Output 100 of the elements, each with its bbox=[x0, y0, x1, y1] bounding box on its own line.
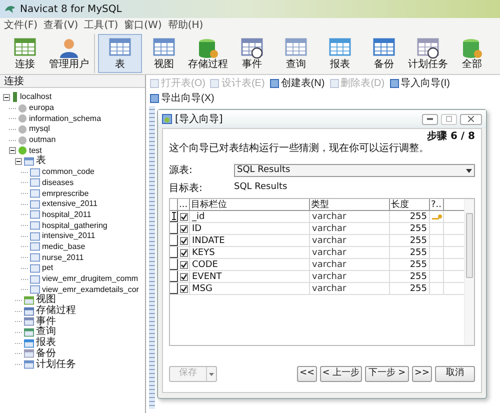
tree-item[interactable]: 存储过程 bbox=[36, 306, 76, 316]
source-label: 源表: bbox=[169, 164, 194, 178]
grid-icon bbox=[285, 37, 307, 59]
menu-item[interactable]: 帮助(H) bbox=[168, 18, 204, 33]
tree-item[interactable]: mysql bbox=[29, 125, 50, 134]
close-button[interactable] bbox=[460, 114, 482, 124]
toolbar-button[interactable]: 计划任务 bbox=[406, 34, 450, 73]
column-header[interactable]: ?.. bbox=[430, 199, 444, 210]
toolbar-button[interactable]: 全部 bbox=[450, 34, 494, 73]
table-cell: varchar bbox=[310, 235, 390, 246]
toolbar-button[interactable]: 事件 bbox=[230, 34, 274, 73]
tree-item[interactable]: view_emr_examdetails_cor bbox=[42, 286, 139, 294]
tree-item[interactable]: medic_base bbox=[42, 242, 86, 251]
tree-item[interactable]: pet bbox=[42, 264, 54, 272]
object-toolbar-button[interactable]: 创建表(N) bbox=[270, 76, 325, 90]
menu-item[interactable]: 查看(V) bbox=[44, 18, 78, 33]
folder-icon bbox=[24, 306, 34, 316]
checkbox[interactable] bbox=[180, 224, 188, 232]
source-select[interactable]: SQL Results bbox=[234, 164, 475, 177]
folder-icon bbox=[24, 317, 34, 326]
tree-item[interactable]: view_emr_drugitem_comm bbox=[42, 275, 138, 284]
grid-icon bbox=[153, 37, 175, 59]
tree-item[interactable]: information_schema bbox=[29, 114, 102, 123]
nav-button[interactable]: << bbox=[297, 366, 317, 382]
expander[interactable] bbox=[9, 147, 16, 154]
table-cell: 255 bbox=[390, 283, 430, 294]
tree-item[interactable]: outman bbox=[29, 136, 56, 144]
tree-item[interactable]: 计划任务 bbox=[36, 360, 76, 370]
toolbar-button[interactable]: 报表 bbox=[318, 34, 362, 73]
table-cell: CODE bbox=[190, 259, 310, 270]
tree-item[interactable]: extensive_2011 bbox=[42, 200, 98, 208]
text-cursor-icon bbox=[172, 212, 176, 220]
folder-icon bbox=[24, 296, 34, 305]
grid-icon bbox=[241, 37, 263, 59]
folder-icon bbox=[24, 338, 34, 348]
table-cell: varchar bbox=[310, 271, 390, 282]
tree-item[interactable]: diseases bbox=[42, 178, 74, 187]
object-toolbar-button[interactable]: 导出向导(X) bbox=[150, 91, 214, 105]
toolbar-button[interactable]: 存储过程 bbox=[186, 34, 230, 73]
nav-button[interactable]: < 上一步 bbox=[320, 366, 362, 382]
column-header[interactable]: ... bbox=[178, 199, 190, 210]
checkbox[interactable] bbox=[180, 212, 188, 220]
toolbar-button[interactable]: 管理用户 bbox=[47, 34, 91, 73]
checkbox[interactable] bbox=[180, 284, 188, 292]
toolbar-button[interactable]: 表 bbox=[98, 34, 142, 73]
checkbox[interactable] bbox=[180, 272, 188, 280]
column-header[interactable]: 类型 bbox=[310, 199, 390, 210]
tree-item[interactable]: hospital_2011 bbox=[42, 210, 92, 219]
menu-item[interactable]: 窗口(W) bbox=[124, 18, 162, 33]
tree-item[interactable]: 备份 bbox=[36, 348, 56, 359]
tree-item[interactable]: hospital_gathering bbox=[42, 222, 108, 230]
table-cell: 255 bbox=[390, 271, 430, 282]
toolbar-button[interactable]: 查询 bbox=[274, 34, 318, 73]
table-cell: 255 bbox=[390, 211, 430, 222]
toolbar-button[interactable]: 备份 bbox=[362, 34, 406, 73]
nav-button[interactable]: 下一步 > bbox=[365, 366, 409, 382]
expander[interactable] bbox=[15, 158, 22, 165]
tree-item[interactable]: localhost bbox=[20, 93, 52, 102]
checkbox[interactable] bbox=[180, 248, 188, 256]
menu-item[interactable]: 文件(F) bbox=[4, 18, 38, 33]
grid-icon bbox=[109, 37, 131, 59]
import-icon bbox=[162, 114, 172, 124]
column-header[interactable]: 目标栏位 bbox=[190, 199, 310, 210]
toolbar-button[interactable]: 视图 bbox=[142, 34, 186, 73]
nav-button[interactable]: 取消 bbox=[435, 366, 475, 382]
tree-item[interactable]: test bbox=[29, 146, 42, 155]
tree-item[interactable]: 查询 bbox=[36, 327, 56, 338]
toolbar-button[interactable]: 连接 bbox=[3, 34, 47, 73]
menu-item[interactable]: 工具(T) bbox=[84, 18, 118, 33]
expander[interactable] bbox=[3, 94, 10, 101]
table-cell: 255 bbox=[390, 235, 430, 246]
grid-icon bbox=[373, 37, 395, 59]
table-cell: 255 bbox=[390, 259, 430, 270]
tree-item[interactable]: common_code bbox=[42, 168, 94, 176]
table-icon bbox=[330, 78, 339, 88]
checkbox[interactable] bbox=[180, 236, 188, 244]
folder-icon bbox=[24, 360, 34, 370]
dialog-title: [导入向导] bbox=[175, 112, 223, 126]
minimize-icon bbox=[427, 118, 433, 120]
panel-title: 连接 bbox=[4, 74, 24, 88]
tree-item[interactable]: 表 bbox=[36, 156, 46, 166]
table-cell: EVENT bbox=[190, 271, 310, 282]
tree-item[interactable]: europa bbox=[29, 104, 54, 112]
tree-item[interactable]: nurse_2011 bbox=[42, 254, 84, 262]
object-toolbar-button[interactable]: 导入向导(I) bbox=[390, 76, 450, 90]
grid-icon bbox=[417, 37, 439, 59]
target-value: SQL Results bbox=[234, 181, 288, 194]
tree-item[interactable]: 视图 bbox=[36, 295, 56, 306]
tree-item[interactable]: intensive_2011 bbox=[42, 232, 96, 240]
tree-item[interactable]: emrprescribe bbox=[42, 190, 89, 198]
table-cell: ID bbox=[190, 223, 310, 234]
tree-item[interactable]: 报表 bbox=[36, 338, 56, 348]
scrollbar[interactable] bbox=[464, 199, 474, 345]
column-header[interactable]: 长度 bbox=[390, 199, 430, 210]
checkbox[interactable] bbox=[180, 260, 188, 268]
minimize-button[interactable] bbox=[422, 114, 438, 124]
table-cell: 255 bbox=[390, 247, 430, 258]
tree-item[interactable]: 事件 bbox=[36, 316, 56, 327]
nav-button[interactable]: >> bbox=[412, 366, 432, 382]
folder-icon bbox=[24, 349, 34, 358]
